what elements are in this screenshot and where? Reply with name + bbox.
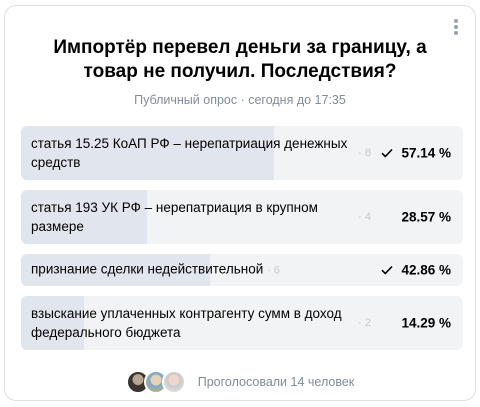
voter-avatars[interactable] [125, 370, 186, 394]
avatar[interactable] [161, 370, 186, 394]
option-votes: · 8 [358, 147, 371, 159]
option-votes: · 6 [267, 264, 280, 277]
poll-meta: Публичный опрос · сегодня до 17:35 [134, 93, 346, 107]
option-percent: 42.86 % [401, 262, 451, 278]
poll-options: статья 15.25 КоАП РФ – нерепатриация ден… [21, 126, 463, 360]
voters-count[interactable]: Проголосовали 14 человек [198, 375, 355, 389]
option-votes: · 2 [358, 317, 371, 329]
option-percent: 28.57 % [401, 209, 451, 225]
poll-option[interactable]: признание сделки недействительной · 6 42… [21, 254, 463, 286]
check-icon [381, 148, 393, 158]
more-vertical-icon[interactable] [449, 16, 463, 38]
option-label: статья 193 УК РФ – нерепатриация в крупн… [31, 200, 318, 234]
poll-option[interactable]: статья 15.25 КоАП РФ – нерепатриация ден… [21, 126, 463, 180]
poll-option[interactable]: статья 193 УК РФ – нерепатриация в крупн… [21, 190, 463, 244]
option-votes: · 4 [358, 211, 371, 223]
option-percent: 57.14 % [401, 145, 451, 161]
option-percent: 14.29 % [401, 315, 451, 331]
poll-option[interactable]: взыскание уплаченных контрагенту сумм в … [21, 296, 463, 350]
option-label: признание сделки недействительной · 6 [31, 261, 280, 277]
check-icon [381, 265, 393, 275]
poll-card: Импортёр перевел деньги за границу, а то… [4, 5, 476, 401]
poll-title: Импортёр перевел деньги за границу, а то… [53, 37, 427, 82]
poll-footer: Проголосовали 14 человек [5, 368, 475, 396]
option-label: статья 15.25 КоАП РФ – нерепатриация ден… [31, 136, 348, 170]
option-label: взыскание уплаченных контрагенту сумм в … [31, 306, 342, 340]
